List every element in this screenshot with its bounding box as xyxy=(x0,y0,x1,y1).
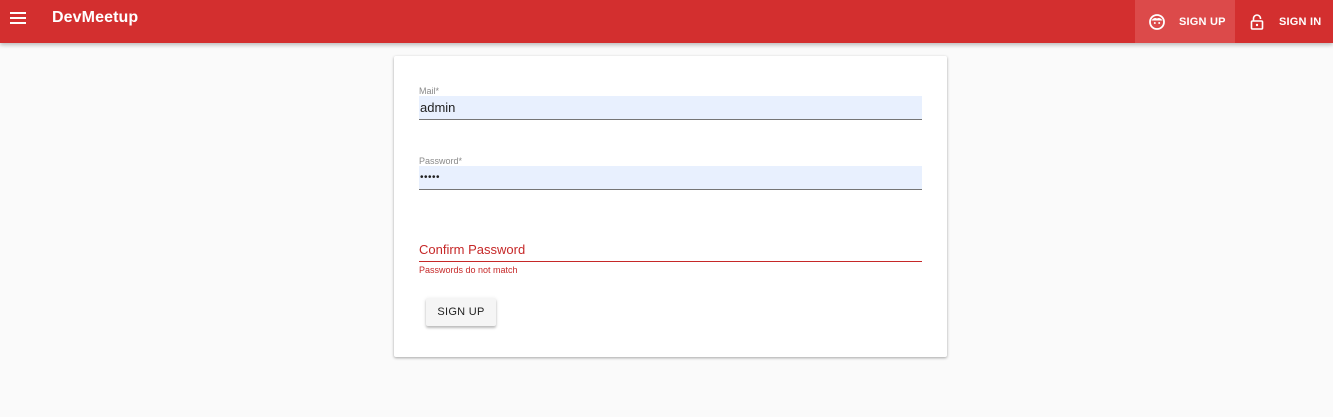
mail-input[interactable] xyxy=(419,96,922,120)
confirm-password-input[interactable]: Confirm Password xyxy=(419,240,922,262)
menu-icon[interactable] xyxy=(10,11,26,25)
face-icon xyxy=(1149,13,1165,30)
app-title[interactable]: DevMeetup xyxy=(52,9,138,27)
signup-card: Mail* Password* ••••• Confirm Password P… xyxy=(394,56,947,357)
password-label: Password* xyxy=(419,156,463,166)
signup-submit-button[interactable]: SIGN UP xyxy=(426,298,496,326)
app-toolbar: DevMeetup SIGN UP SIGN IN xyxy=(0,0,1333,43)
toolbar-signin-button[interactable]: SIGN IN xyxy=(1235,0,1333,43)
confirm-password-placeholder: Confirm Password xyxy=(419,242,526,257)
lock-open-icon xyxy=(1249,13,1265,30)
mail-label: Mail* xyxy=(419,86,440,96)
password-input[interactable]: ••••• xyxy=(419,166,922,190)
confirm-password-error: Passwords do not match xyxy=(419,265,518,275)
toolbar-signup-label: SIGN UP xyxy=(1179,15,1226,28)
toolbar-signin-label: SIGN IN xyxy=(1279,15,1322,28)
toolbar-signup-button[interactable]: SIGN UP xyxy=(1135,0,1235,43)
